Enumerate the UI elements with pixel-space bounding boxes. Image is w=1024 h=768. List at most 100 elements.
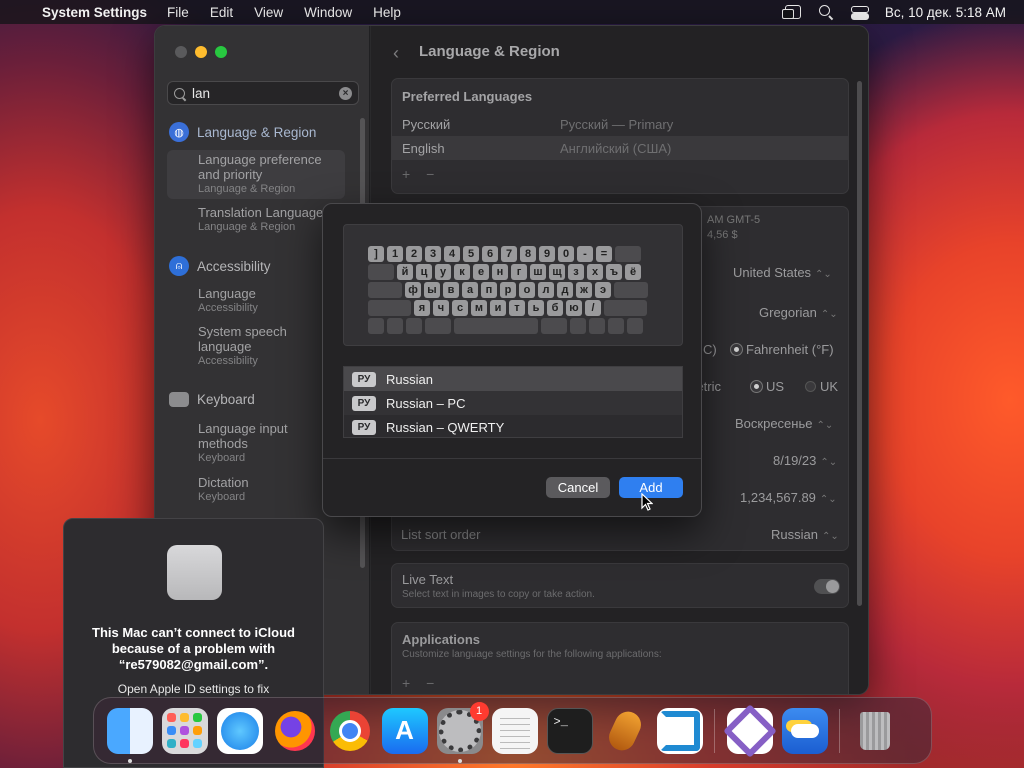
add-remove-app-controls[interactable]: + − <box>392 669 450 694</box>
sidebar-item-translation-language[interactable]: Translation Language Language & Region <box>198 205 323 234</box>
sidebar-item-dictation[interactable]: Dictation Keyboard <box>198 475 249 504</box>
system-settings-icon[interactable]: 1 <box>436 701 489 763</box>
menu-file[interactable]: File <box>167 5 189 20</box>
finder-icon[interactable] <box>106 707 153 763</box>
sidebar-section-accessibility[interactable]: ⍝ Accessibility <box>169 256 271 276</box>
close-button[interactable] <box>175 46 187 58</box>
sidebar-item-accessibility-language[interactable]: Language Accessibility <box>198 286 258 315</box>
temperature-fahrenheit-option[interactable]: Fahrenheit (°F) <box>731 342 834 357</box>
number-format-popup[interactable]: 1,234,567.89 ⌃⌄ <box>740 490 837 505</box>
menu-help[interactable]: Help <box>373 5 401 20</box>
weather-icon[interactable] <box>781 707 828 754</box>
key-fn <box>368 318 384 334</box>
sidebar-item-sub: Language & Region <box>198 221 296 233</box>
menu-clock[interactable]: Вс, 10 дек. 5:18 AM <box>885 5 1006 20</box>
key-delete <box>615 246 641 262</box>
popup-chevron-icon: ⌃⌄ <box>819 494 837 505</box>
language-detail: Английский (США) <box>560 140 672 156</box>
garageband-icon[interactable] <box>602 708 648 754</box>
dock-separator <box>714 708 715 753</box>
preferred-languages-heading: Preferred Languages <box>402 89 533 104</box>
sidebar-section-keyboard[interactable]: Keyboard <box>169 392 255 407</box>
date-format-popup[interactable]: 8/19/23 ⌃⌄ <box>773 453 837 468</box>
sidebar-section-label: Keyboard <box>197 392 255 407</box>
key: 2 <box>406 246 422 262</box>
key-arrow-updown <box>608 318 624 334</box>
visual-studio-icon[interactable] <box>726 707 773 754</box>
language-row-russian[interactable]: Русский Русский — Primary <box>392 112 848 136</box>
dock-separator <box>839 708 840 753</box>
sidebar-section-language-region[interactable]: ◍ Language & Region <box>169 122 316 142</box>
dock: A 1 >_ <box>93 697 932 764</box>
key: в <box>443 282 459 298</box>
input-source-russian-pc[interactable]: РУ Russian – PC <box>344 391 682 415</box>
launchpad-icon[interactable] <box>161 707 208 754</box>
sidebar-item-sub: Keyboard <box>198 452 246 464</box>
terminal-icon[interactable]: >_ <box>546 707 593 754</box>
notice-message: This Mac can’t connect to iCloud because… <box>92 625 295 672</box>
calendar-popup[interactable]: Gregorian ⌃⌄ <box>759 305 838 320</box>
language-row-english[interactable]: English Английский (США) <box>392 136 848 160</box>
sidebar-item-language-preference[interactable]: Language preference and priority Languag… <box>167 150 345 199</box>
measurement-uk-option[interactable]: UK <box>805 379 838 394</box>
terminal-prompt: >_ <box>553 714 568 729</box>
sidebar-item-sub: Keyboard <box>198 491 246 503</box>
screen-mirroring-icon[interactable] <box>781 5 801 19</box>
menu-app-name[interactable]: System Settings <box>42 5 147 20</box>
input-source-label: Russian – PC <box>386 395 466 411</box>
main-scrollbar[interactable] <box>857 81 862 606</box>
spotlight-search-icon[interactable] <box>818 5 833 19</box>
app-store-icon[interactable]: A <box>381 707 428 754</box>
vscode-icon[interactable] <box>656 707 703 754</box>
temperature-celsius-option[interactable]: C) <box>703 342 717 357</box>
popup-chevron-icon: ⌃⌄ <box>820 309 838 320</box>
add-remove-language-controls[interactable]: + − <box>392 160 848 188</box>
trash-icon[interactable] <box>852 708 898 754</box>
first-day-popup[interactable]: Воскресенье ⌃⌄ <box>735 416 833 431</box>
popup-chevron-icon: ⌃⌄ <box>820 457 838 468</box>
sidebar-item-label: Language preference and priority <box>198 152 322 182</box>
region-popup[interactable]: United States ⌃⌄ <box>733 265 832 280</box>
list-sort-order-popup[interactable]: Russian ⌃⌄ <box>771 527 839 542</box>
key-ctrl <box>387 318 403 334</box>
key: т <box>509 300 525 316</box>
textedit-icon[interactable] <box>491 707 538 754</box>
key: щ <box>549 264 565 280</box>
mouse-pointer-icon <box>641 493 653 511</box>
live-text-toggle[interactable] <box>814 579 840 594</box>
key-arrow-right <box>627 318 643 334</box>
firefox-icon[interactable] <box>272 708 318 754</box>
sidebar-item-label: Language input methods <box>198 421 288 451</box>
language-detail: Русский — Primary <box>560 116 674 132</box>
open-apple-id-settings-link[interactable]: Open Apple ID settings to fix <box>64 682 323 696</box>
chrome-icon[interactable] <box>327 708 373 754</box>
minimize-button[interactable] <box>195 46 207 58</box>
keyboard-row-bottom: я ч с м и т ь б ю / <box>368 300 661 316</box>
safari-icon[interactable] <box>216 707 263 754</box>
cancel-button[interactable]: Cancel <box>546 477 610 498</box>
dialog-divider <box>323 458 701 459</box>
measurement-us-option[interactable]: US <box>751 379 784 394</box>
keyboard-row-modifiers <box>368 318 661 334</box>
accessibility-icon: ⍝ <box>169 256 189 276</box>
back-chevron-icon[interactable]: ‹ <box>393 43 399 64</box>
menu-window[interactable]: Window <box>304 5 352 20</box>
zoom-button[interactable] <box>215 46 227 58</box>
menu-view[interactable]: View <box>254 5 283 20</box>
key: ё <box>625 264 641 280</box>
live-text-description: Select text in images to copy or take ac… <box>402 589 595 600</box>
live-text-label: Live Text <box>402 572 454 587</box>
sidebar-item-input-methods[interactable]: Language input methods Keyboard <box>198 421 298 465</box>
sidebar-item-system-speech-language[interactable]: System speech language Accessibility <box>198 324 308 368</box>
sidebar-search-field[interactable]: lan × <box>167 81 359 105</box>
search-input[interactable]: lan <box>192 86 339 101</box>
key-option-right <box>570 318 586 334</box>
clear-search-icon[interactable]: × <box>339 86 352 100</box>
input-source-russian-qwerty[interactable]: РУ Russian – QWERTY <box>344 415 682 439</box>
input-source-russian[interactable]: РУ Russian <box>344 367 682 391</box>
key-option <box>406 318 422 334</box>
measurement-uk-label: UK <box>820 379 839 394</box>
menu-edit[interactable]: Edit <box>210 5 233 20</box>
control-center-icon[interactable] <box>850 5 869 20</box>
measurement-metric-option[interactable]: Metric <box>701 379 721 394</box>
